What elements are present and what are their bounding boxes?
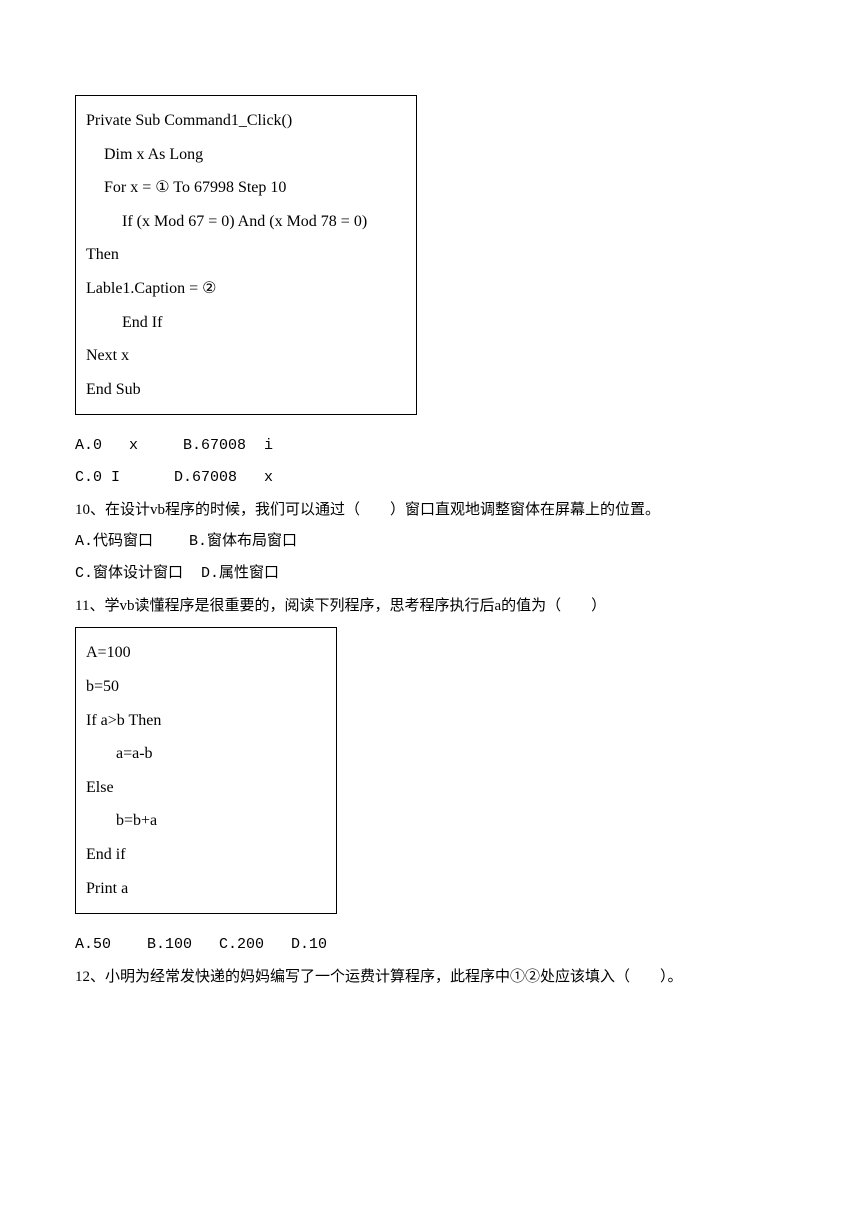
code-line: For x = ① To 67998 Step 10 — [86, 171, 406, 205]
q10-text: 10、在设计vb程序的时候，我们可以通过（ ）窗口直观地调整窗体在屏幕上的位置。 — [75, 495, 785, 525]
code-line: Private Sub Command1_Click() — [86, 104, 406, 138]
code-line: b=b+a — [86, 804, 326, 838]
code-line: Lable1.Caption = ② — [86, 272, 406, 306]
code-line: b=50 — [86, 670, 326, 704]
q9-options-ab: A.0 x B.67008 i — [75, 431, 785, 461]
code-line: A=100 — [86, 636, 326, 670]
q11-options: A.50 B.100 C.200 D.10 — [75, 930, 785, 960]
code-line: If a>b Then — [86, 704, 326, 738]
code-line: End if — [86, 838, 326, 872]
code-line: Dim x As Long — [86, 138, 406, 172]
code-line: End If — [86, 306, 406, 340]
code-line: Next x — [86, 339, 406, 373]
code-line: Then — [86, 238, 406, 272]
q10-options-cd: C.窗体设计窗口 D.属性窗口 — [75, 559, 785, 589]
q9-options-cd: C.0 I D.67008 x — [75, 463, 785, 493]
q12-text: 12、小明为经常发快递的妈妈编写了一个运费计算程序，此程序中①②处应该填入（ ）… — [75, 962, 785, 992]
code-line: End Sub — [86, 373, 406, 407]
q11-text: 11、学vb读懂程序是很重要的，阅读下列程序，思考程序执行后a的值为（ ） — [75, 591, 785, 621]
code-block-1: Private Sub Command1_Click() Dim x As Lo… — [75, 95, 417, 415]
q10-options-ab: A.代码窗口 B.窗体布局窗口 — [75, 527, 785, 557]
code-block-2: A=100 b=50 If a>b Then a=a-b Else b=b+a … — [75, 627, 337, 914]
code-line: Else — [86, 771, 326, 805]
document-page: Private Sub Command1_Click() Dim x As Lo… — [0, 0, 860, 1216]
code-line: a=a-b — [86, 737, 326, 771]
code-line: Print a — [86, 872, 326, 906]
code-line: If (x Mod 67 = 0) And (x Mod 78 = 0) — [86, 205, 406, 239]
